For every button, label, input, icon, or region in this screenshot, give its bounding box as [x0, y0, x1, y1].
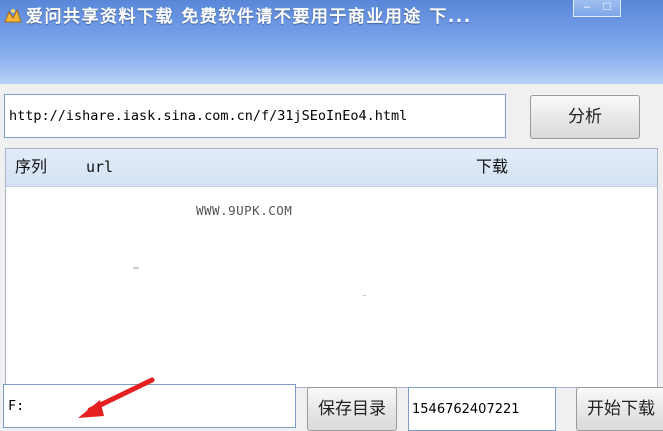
column-header-url[interactable]: url	[86, 149, 113, 186]
window-title: 爱问共享资料下载 免费软件请不要用于商业用途 下...	[26, 7, 472, 27]
watermark-text: WWW.9UPK.COM	[196, 203, 293, 218]
artifact-speck	[363, 295, 366, 296]
artifact-speck	[133, 267, 139, 269]
url-field-box	[4, 94, 506, 138]
start-download-button[interactable]: 开始下载	[576, 387, 663, 431]
url-input[interactable]	[5, 95, 505, 137]
download-list[interactable]: 序列 url 下载 WWW.9UPK.COM	[5, 148, 658, 388]
analyze-button[interactable]: 分析	[530, 95, 640, 139]
app-logo-icon	[3, 6, 23, 26]
id-field-box	[408, 387, 556, 431]
column-header-seq[interactable]: 序列	[15, 149, 47, 186]
save-directory-button[interactable]: 保存目录	[307, 387, 397, 431]
id-input[interactable]	[409, 388, 555, 430]
red-arrow-icon	[78, 377, 155, 418]
maximize-button[interactable]: □	[594, 0, 621, 17]
title-bar: 爱问共享资料下载 免费软件请不要用于商业用途 下... – □	[0, 0, 663, 84]
column-header-download[interactable]: 下载	[476, 149, 508, 186]
list-header: 序列 url 下载	[6, 149, 657, 187]
